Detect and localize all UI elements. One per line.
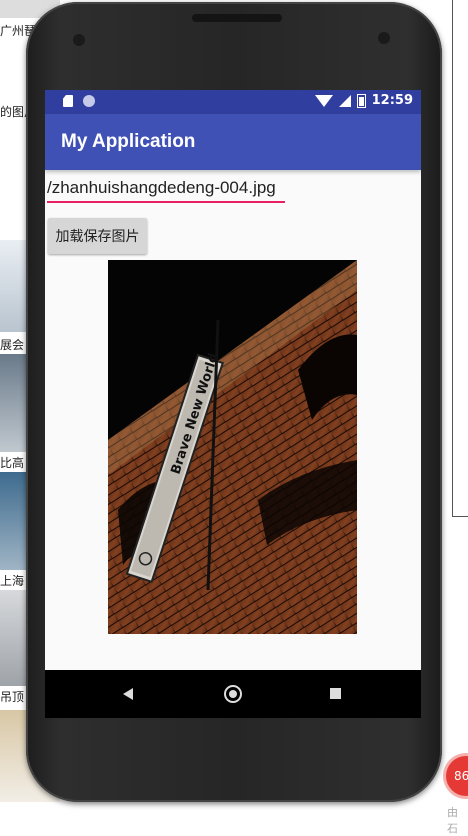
phone-camera [378,32,390,44]
app-bar: My Application [45,114,421,170]
brick-building-image: Brave New World [108,260,357,634]
phone-sensor [73,34,85,46]
phone-speaker [192,14,282,22]
wifi-icon [314,94,333,107]
circle-icon [83,95,95,107]
recent-apps-icon[interactable] [330,688,341,699]
loaded-image: Brave New World [108,260,357,634]
device-screen: 12:59 My Application 加载保存图片 [45,90,421,718]
load-saved-image-button[interactable]: 加载保存图片 [48,218,147,254]
floating-badge-caption: 由石 [447,806,458,835]
navigation-bar [45,670,421,718]
signal-icon [338,94,351,107]
status-bar: 12:59 [45,90,421,114]
floating-badge[interactable]: 86 [446,756,468,796]
input-underline [47,201,285,203]
app-title: My Application [61,131,196,152]
battery-icon [356,93,366,108]
back-icon[interactable] [123,688,133,700]
status-time: 12:59 [371,93,413,108]
background-panel [452,0,468,517]
filename-field[interactable] [47,178,287,203]
sd-card-icon [63,95,73,107]
home-icon[interactable] [224,685,242,703]
filename-input[interactable] [47,178,287,201]
